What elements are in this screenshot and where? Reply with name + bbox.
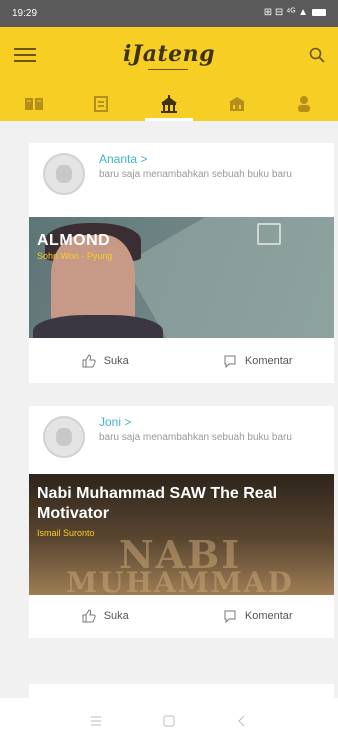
status-indicators: ⊞ ⊟ ⁴ᴳ ▲ (264, 7, 326, 18)
app-logo: iJateng (122, 41, 216, 67)
menu-lines-icon[interactable] (88, 714, 104, 728)
reader-icon (94, 95, 109, 112)
card-actions: Suka Komentar (29, 593, 334, 638)
book-title: Nabi Muhammad SAW The Real Motivator (37, 485, 278, 522)
thumbs-up-icon (82, 353, 96, 367)
card-actions: Suka Komentar (29, 338, 334, 383)
tab-books[interactable] (0, 86, 68, 121)
books-icon (24, 97, 43, 110)
like-label: Suka (103, 354, 129, 367)
tab-reader[interactable] (68, 86, 136, 121)
book-author: Sohn Won - Pyung (37, 251, 113, 261)
cover-art-shape (123, 217, 334, 338)
card-header: Ananta > baru saja menambahkan sebuah bu… (29, 143, 334, 217)
home-square-icon[interactable] (161, 714, 177, 728)
feed-card (29, 684, 334, 698)
book-author: Ismail Suronto (37, 528, 95, 538)
library-icon (160, 94, 177, 113)
signal-icon: ⊞ ⊟ ⁴ᴳ ▲ (263, 7, 308, 18)
book-icon (257, 223, 281, 245)
like-label: Suka (103, 609, 129, 622)
book-cover[interactable]: ALMOND Sohn Won - Pyung (29, 217, 334, 338)
activity-text: baru saja menambahkan sebuah buku baru (99, 432, 292, 443)
thumbs-up-icon (82, 608, 96, 622)
like-button[interactable]: Suka (29, 353, 182, 368)
comment-label: Komentar (244, 354, 293, 367)
avatar[interactable] (43, 416, 85, 458)
comment-button[interactable]: Komentar (182, 609, 335, 623)
search-icon[interactable] (308, 46, 326, 64)
book-title: ALMOND (37, 232, 111, 249)
feed-card: Ananta > baru saja menambahkan sebuah bu… (29, 143, 334, 383)
app-bar: iJateng (0, 27, 338, 121)
cover-art-text: MUHAMMAD (66, 566, 294, 595)
building-icon (228, 96, 245, 111)
activity-feed[interactable]: Ananta > baru saja menambahkan sebuah bu… (0, 121, 338, 698)
comment-icon (224, 610, 236, 623)
person-icon (298, 95, 311, 112)
comment-icon (224, 355, 236, 368)
activity-text: baru saja menambahkan sebuah buku baru (99, 169, 292, 180)
card-header: Joni > baru saja menambahkan sebuah buku… (29, 406, 334, 480)
battery-icon (312, 9, 326, 16)
feed-card: Joni > baru saja menambahkan sebuah buku… (29, 406, 334, 638)
user-name-link[interactable]: Joni > (99, 415, 131, 429)
book-cover[interactable]: NABI MUHAMMAD Nabi Muhammad SAW The Real… (29, 474, 334, 595)
comment-button[interactable]: Komentar (182, 354, 335, 368)
system-nav-bar (0, 698, 338, 743)
tab-institution[interactable] (203, 86, 271, 121)
tab-bar (0, 86, 338, 121)
logo-underline (148, 69, 188, 70)
tab-profile[interactable] (270, 86, 338, 121)
back-icon[interactable] (234, 714, 250, 728)
like-button[interactable]: Suka (29, 608, 182, 623)
cover-art-shoulder (33, 315, 163, 338)
comment-label: Komentar (244, 609, 293, 622)
status-time: 19:29 (12, 8, 38, 19)
avatar[interactable] (43, 153, 85, 195)
user-name-link[interactable]: Ananta > (99, 152, 147, 166)
tab-library[interactable] (135, 86, 203, 121)
status-bar: 19:29 ⊞ ⊟ ⁴ᴳ ▲ (0, 0, 338, 27)
